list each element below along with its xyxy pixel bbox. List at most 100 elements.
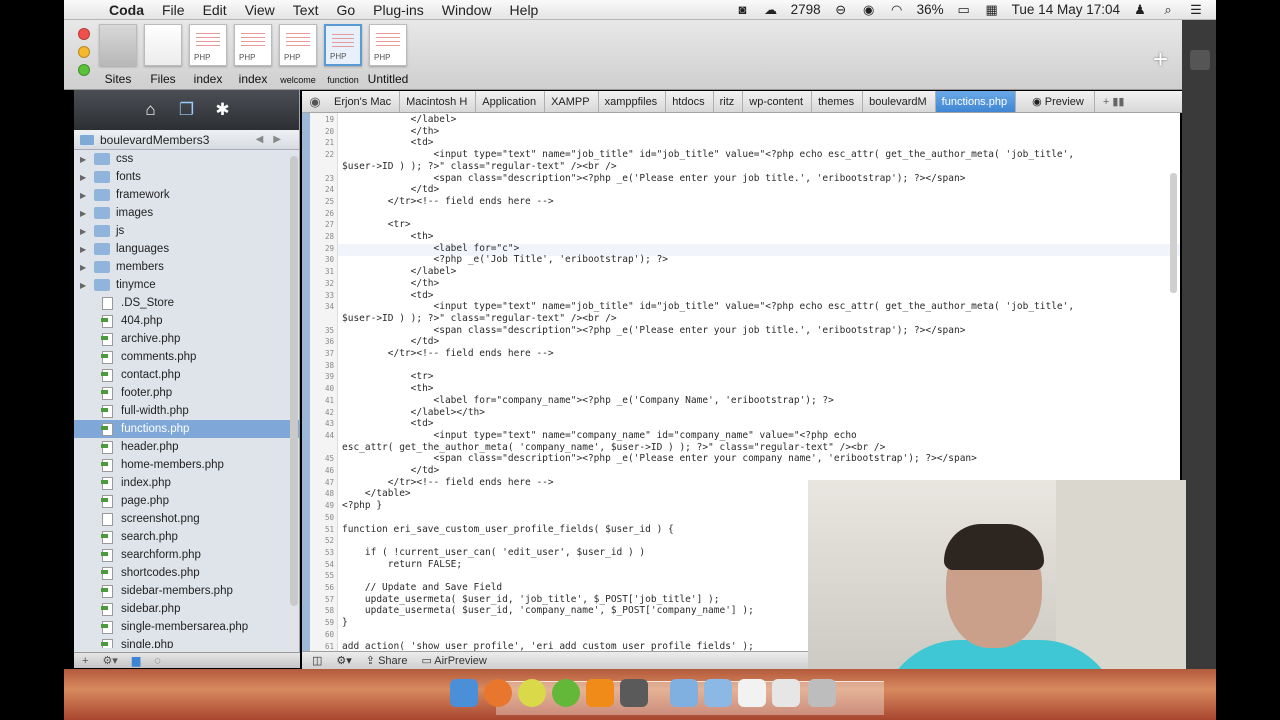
wifi-icon[interactable]: ◠ <box>889 2 905 17</box>
reload-icon[interactable]: ◉ <box>302 94 328 110</box>
clips-icon[interactable]: ✱ <box>212 99 234 121</box>
tree-file[interactable]: footer.php <box>74 384 299 402</box>
airpreview-button[interactable]: ▭ AirPreview <box>421 654 486 667</box>
counter-text[interactable]: 2798 <box>791 2 821 17</box>
tree-file[interactable]: search.php <box>74 528 299 546</box>
battery-percent[interactable]: 36% <box>917 2 944 17</box>
code-line[interactable]: </label></th> <box>342 407 1170 418</box>
code-line[interactable]: <tr> <box>342 371 1170 382</box>
crumb-ritz[interactable]: ritz <box>714 91 744 112</box>
folder-icon[interactable] <box>670 679 698 707</box>
tab-index-1[interactable]: PHP index <box>183 24 233 86</box>
preview-button[interactable]: ◉ Preview <box>1022 91 1095 112</box>
code-line[interactable]: </tr><!-- field ends here --> <box>342 348 1170 359</box>
sites-button[interactable]: Sites <box>93 24 143 86</box>
downloads-folder-icon[interactable] <box>704 679 732 707</box>
crumb-htdocs[interactable]: htdocs <box>666 91 714 112</box>
code-line[interactable]: <td> <box>342 418 1170 429</box>
tree-file[interactable]: shortcodes.php <box>74 564 299 582</box>
code-line[interactable]: <input type="text" name="company_name" i… <box>342 430 1170 441</box>
code-line[interactable]: </th> <box>342 278 1170 289</box>
tree-file[interactable]: header.php <box>74 438 299 456</box>
code-line[interactable]: <input type="text" name="job_title" id="… <box>342 149 1170 160</box>
window-zoom-button[interactable] <box>78 64 90 76</box>
code-line[interactable]: <th> <box>342 383 1170 394</box>
battery-icon[interactable]: ▭ <box>956 2 972 17</box>
crumb-applications[interactable]: Application <box>476 91 546 112</box>
panel-toggle-icon[interactable]: ◫ <box>312 654 322 667</box>
code-line[interactable]: $user->ID ) ); ?>" class="regular-text" … <box>342 313 1170 324</box>
crumb-theme[interactable]: boulevardM <box>863 91 936 112</box>
crumb-xamppfiles[interactable]: xamppfiles <box>599 91 667 112</box>
menu-window[interactable]: Window <box>433 2 501 18</box>
code-line[interactable]: esc_attr( get_the_author_meta( 'company_… <box>342 442 1170 453</box>
disclosure-triangle-icon[interactable]: ▶ <box>80 209 92 218</box>
tree-file[interactable]: contact.php <box>74 366 299 384</box>
tree-file[interactable]: functions.php <box>74 420 299 438</box>
tree-file[interactable]: sidebar.php <box>74 600 299 618</box>
disclosure-triangle-icon[interactable]: ▶ <box>80 263 92 272</box>
code-line[interactable]: $user->ID ) ); ?>" class="regular-text" … <box>342 161 1170 172</box>
code-line[interactable]: <td> <box>342 137 1170 148</box>
tab-welcome[interactable]: PHP welcome <box>273 24 323 86</box>
files-button[interactable]: Files <box>138 24 188 86</box>
disclosure-triangle-icon[interactable]: ▶ <box>80 173 92 182</box>
vlc-icon[interactable] <box>586 679 614 707</box>
tree-folder[interactable]: ▶ tinymce <box>74 276 299 294</box>
tree-folder[interactable]: ▶ languages <box>74 240 299 258</box>
crumb-disk[interactable]: Macintosh H <box>400 91 477 112</box>
code-line[interactable]: </label> <box>342 114 1170 125</box>
preview-doc-icon[interactable] <box>772 679 800 707</box>
gear-icon[interactable]: ⚙▾ <box>336 654 351 667</box>
code-line[interactable]: <?php _e('Job Title', 'eribootstrap'); ?… <box>342 254 1170 265</box>
crumb-wp-content[interactable]: wp-content <box>743 91 813 112</box>
code-line[interactable]: <label for="c"> <box>342 243 1170 254</box>
crumb-current-file[interactable]: functions.php <box>935 91 1017 112</box>
menu-view[interactable]: View <box>236 2 284 18</box>
cloud-icon[interactable]: ☁ <box>763 2 779 17</box>
code-line[interactable]: <td> <box>342 290 1170 301</box>
back-forward-arrows-icon[interactable]: ◀▶ <box>256 134 299 145</box>
trash-icon[interactable] <box>808 679 836 707</box>
window-close-button[interactable] <box>78 28 90 40</box>
code-line[interactable]: </th> <box>342 126 1170 137</box>
tree-folder[interactable]: ▶ fonts <box>74 168 299 186</box>
firefox-icon[interactable] <box>484 679 512 707</box>
tree-file[interactable]: single-membersarea.php <box>74 618 299 636</box>
sidebar-scrollbar[interactable] <box>290 156 298 606</box>
gear-icon[interactable]: ⚙▾ <box>102 654 117 667</box>
menu-coda[interactable]: Coda <box>100 2 153 18</box>
sync-icon[interactable]: ◌ <box>154 655 161 667</box>
crumb-xampp[interactable]: XAMPP <box>545 91 599 112</box>
menu-go[interactable]: Go <box>327 2 364 18</box>
code-line[interactable]: </label> <box>342 266 1170 277</box>
disclosure-triangle-icon[interactable]: ▶ <box>80 155 92 164</box>
tree-file[interactable]: 404.php <box>74 312 299 330</box>
share-button[interactable]: ⇪ Share <box>366 654 408 667</box>
tree-file[interactable]: page.php <box>74 492 299 510</box>
menu-file[interactable]: File <box>153 2 194 18</box>
disclosure-triangle-icon[interactable]: ▶ <box>80 227 92 236</box>
clock[interactable]: Tue 14 May 17:04 <box>1012 2 1120 17</box>
tree-file[interactable]: home-members.php <box>74 456 299 474</box>
tree-file[interactable]: comments.php <box>74 348 299 366</box>
calendar-icon[interactable]: ▦ <box>984 2 1000 17</box>
menu-edit[interactable]: Edit <box>194 2 236 18</box>
menu-text[interactable]: Text <box>284 2 328 18</box>
tree-file[interactable]: single.php <box>74 636 299 648</box>
tree-file[interactable]: sidebar-members.php <box>74 582 299 600</box>
screen-recorder-icon[interactable] <box>620 679 648 707</box>
code-line[interactable]: </td> <box>342 336 1170 347</box>
disclosure-triangle-icon[interactable]: ▶ <box>80 245 92 254</box>
tree-file[interactable]: archive.php <box>74 330 299 348</box>
home-icon[interactable]: ⌂ <box>140 99 162 121</box>
split-view-icon[interactable]: + ▮▮ <box>1095 95 1125 108</box>
tab-index-2[interactable]: PHP index <box>228 24 278 86</box>
tab-functions[interactable]: PHP function <box>318 24 368 86</box>
menu-help[interactable]: Help <box>501 2 548 18</box>
camera-icon[interactable]: ◙ <box>735 2 751 17</box>
spotlight-search-icon[interactable]: ⌕ <box>1160 2 1176 17</box>
add-icon[interactable]: + <box>82 655 88 667</box>
code-line[interactable]: <span class="description"><?php _e('Plea… <box>342 325 1170 336</box>
tree-folder[interactable]: ▶ members <box>74 258 299 276</box>
